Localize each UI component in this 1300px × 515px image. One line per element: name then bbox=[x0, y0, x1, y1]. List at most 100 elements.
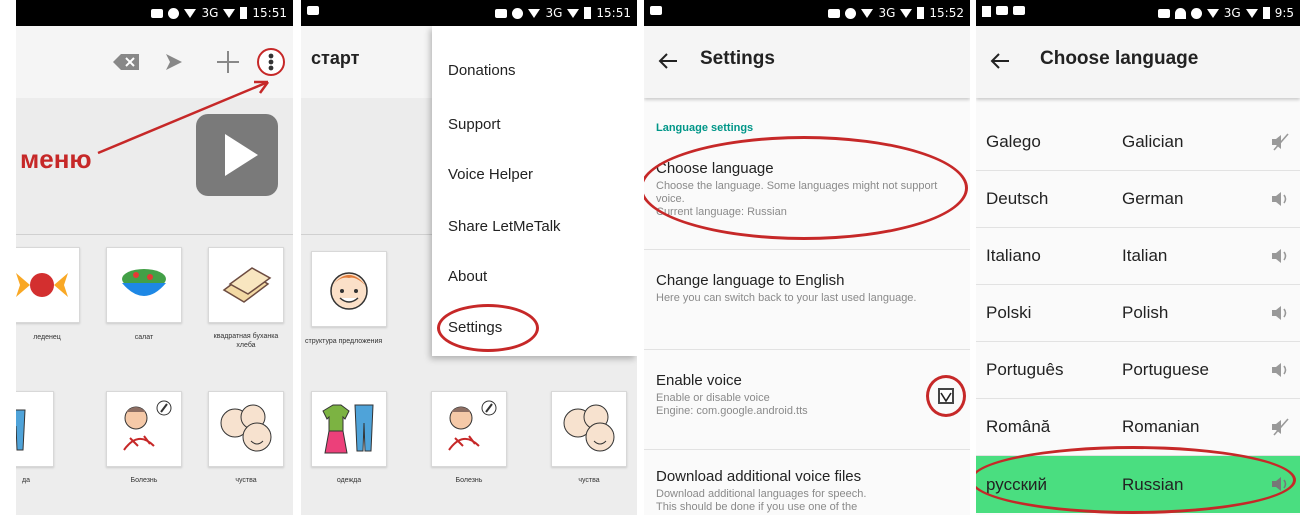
language-native-name: Română bbox=[986, 417, 1051, 436]
language-english-name: Galician bbox=[1122, 132, 1184, 151]
tile-label: Болезнь bbox=[130, 477, 158, 484]
alarm-icon bbox=[1190, 7, 1202, 19]
page-title: старт bbox=[311, 48, 360, 68]
battery-icon bbox=[917, 7, 925, 19]
setting-extra: This should be done if you use one of th… bbox=[656, 501, 858, 513]
annotation-ellipse bbox=[976, 446, 1296, 514]
toolbar: Settings bbox=[644, 26, 970, 98]
feelings-icon bbox=[220, 404, 272, 452]
clock: 15:52 bbox=[929, 6, 964, 20]
language-row[interactable]: Polski Polish bbox=[976, 285, 1300, 342]
headphones-icon bbox=[1174, 7, 1186, 19]
tile-sentence-structure[interactable] bbox=[311, 251, 387, 327]
menu-item-voice-helper[interactable]: Voice Helper bbox=[448, 166, 533, 183]
clothes-icon bbox=[322, 404, 374, 454]
tile-candy[interactable] bbox=[16, 247, 80, 323]
speaker-icon bbox=[1272, 306, 1287, 320]
tile-salad[interactable] bbox=[106, 247, 182, 323]
language-row[interactable]: Italiano Italian bbox=[976, 228, 1300, 285]
setting-title: Download additional voice files bbox=[656, 468, 862, 485]
setting-change-language[interactable]: Change language to English Here you can … bbox=[644, 250, 970, 350]
language-row[interactable]: Galego Galician bbox=[976, 114, 1300, 171]
status-bar: 3G 9:5 bbox=[976, 0, 1300, 26]
annotation-ellipse bbox=[644, 136, 968, 240]
recording-icon bbox=[307, 6, 319, 15]
annotation-ellipse bbox=[437, 304, 539, 352]
setting-extra: Engine: com.google.android.tts bbox=[656, 405, 808, 417]
signal-icon bbox=[1245, 8, 1258, 18]
tile-label: квадратная буханка хлеба bbox=[213, 333, 279, 349]
tile-clothes[interactable] bbox=[311, 391, 387, 467]
screenshot-icon bbox=[828, 8, 841, 18]
page-title: Choose language bbox=[1040, 48, 1199, 69]
tile-feelings[interactable] bbox=[551, 391, 627, 467]
language-native-name: Português bbox=[986, 360, 1064, 379]
language-native-name: Italiano bbox=[986, 246, 1041, 265]
tile-label: Болезнь bbox=[455, 477, 483, 484]
salad-icon bbox=[122, 269, 166, 296]
menu-item-support[interactable]: Support bbox=[448, 116, 501, 133]
network-label: 3G bbox=[1223, 6, 1241, 20]
language-row[interactable]: Deutsch German bbox=[976, 171, 1300, 228]
recording-icon bbox=[650, 6, 662, 15]
tile-bread[interactable] bbox=[208, 247, 284, 323]
speaker-icon bbox=[1272, 363, 1287, 377]
section-header: Language settings bbox=[656, 122, 754, 134]
tile-illness[interactable] bbox=[431, 391, 507, 467]
status-bar: 3G 15:52 bbox=[644, 0, 970, 26]
status-bar: 3G 15:51 bbox=[301, 0, 637, 26]
wifi-icon bbox=[861, 8, 874, 18]
candy-icon bbox=[16, 273, 68, 297]
battery-icon bbox=[1262, 7, 1270, 19]
recording-icon bbox=[996, 6, 1008, 15]
menu-item-about[interactable]: About bbox=[448, 268, 487, 285]
screenshot-icon bbox=[495, 8, 508, 18]
menu-item-donations[interactable]: Donations bbox=[448, 62, 516, 79]
tile-label: да bbox=[22, 477, 30, 484]
back-arrow-icon[interactable] bbox=[990, 52, 1010, 70]
boy-face-icon bbox=[330, 272, 368, 310]
setting-download-voices[interactable]: Download additional voice files Download… bbox=[644, 450, 970, 515]
overflow-menu: Donations Support Voice Helper Share Let… bbox=[432, 26, 637, 356]
annotation-circle bbox=[926, 375, 966, 417]
panel-choose-language: 3G 9:5 Choose language Galego Galician D… bbox=[976, 0, 1300, 515]
setting-summary: Enable or disable voice bbox=[656, 392, 770, 404]
tile-clothes[interactable] bbox=[16, 391, 54, 467]
tile-label: чуства bbox=[235, 477, 257, 484]
page-title: Settings bbox=[700, 48, 775, 69]
wifi-icon bbox=[528, 8, 541, 18]
language-native-name: Deutsch bbox=[986, 189, 1049, 208]
language-english-name: Portuguese bbox=[1122, 360, 1209, 379]
signal-icon bbox=[900, 8, 913, 18]
panel-board-with-menu: 3G 15:51 старт структура предложения оде… bbox=[301, 0, 637, 515]
panel-main-board: 3G 15:51 меню леденец салат квадратная б… bbox=[16, 0, 293, 515]
tile-feelings[interactable] bbox=[208, 391, 284, 467]
language-english-name: German bbox=[1122, 189, 1184, 208]
language-english-name: Polish bbox=[1122, 303, 1169, 322]
speaker-icon bbox=[1272, 249, 1287, 263]
bread-icon bbox=[222, 267, 272, 303]
screenshot-collage: 3G 15:51 меню леденец салат квадратная б… bbox=[0, 0, 1300, 515]
tile-illness[interactable] bbox=[106, 391, 182, 467]
clock: 9:5 bbox=[1274, 6, 1294, 20]
setting-title: Enable voice bbox=[656, 372, 742, 389]
panel-settings: 3G 15:52 Settings Language settings Choo… bbox=[644, 0, 970, 515]
menu-item-share[interactable]: Share LetMeTalk bbox=[448, 218, 561, 235]
network-label: 3G bbox=[878, 6, 896, 20]
setting-enable-voice[interactable]: Enable voice Enable or disable voice Eng… bbox=[644, 350, 970, 450]
screenshot-icon bbox=[1157, 8, 1170, 18]
feelings-icon bbox=[563, 404, 615, 452]
tile-label: леденец bbox=[33, 334, 61, 341]
tile-label: чуства bbox=[578, 477, 600, 484]
alarm-icon bbox=[512, 7, 524, 19]
setting-summary: Download additional languages for speech… bbox=[656, 488, 867, 500]
language-native-name: Galego bbox=[986, 132, 1041, 151]
tile-label: салат bbox=[134, 334, 154, 341]
language-row[interactable]: Português Portuguese bbox=[976, 342, 1300, 399]
language-english-name: Romanian bbox=[1122, 417, 1200, 436]
annotation-arrow bbox=[97, 80, 270, 155]
back-arrow-icon[interactable] bbox=[658, 52, 678, 70]
alarm-icon bbox=[845, 7, 857, 19]
clock: 15:51 bbox=[596, 6, 631, 20]
network-label: 3G bbox=[545, 6, 563, 20]
